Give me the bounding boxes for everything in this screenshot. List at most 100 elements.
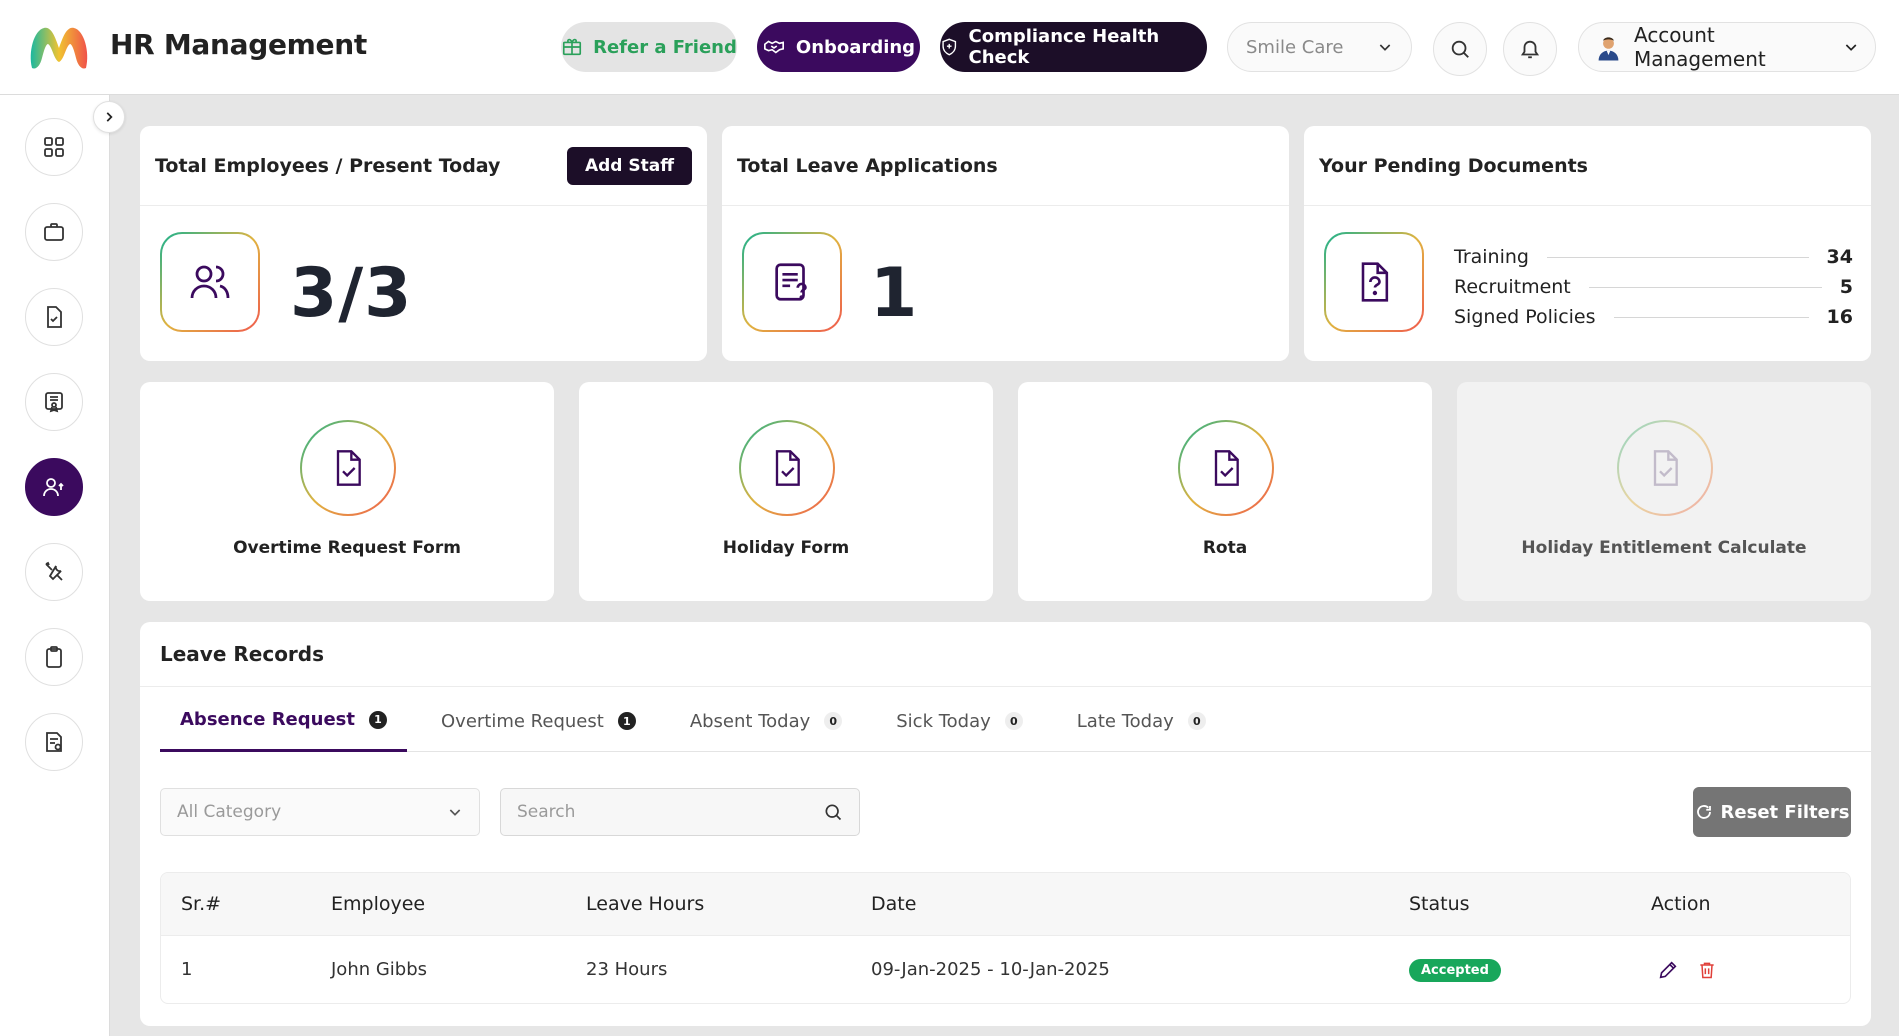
form-card-label: Holiday Form — [722, 538, 850, 558]
document-check-icon — [1653, 450, 1678, 486]
onboarding-button[interactable]: Onboarding — [757, 22, 920, 72]
doc-row-value: 5 — [1839, 276, 1853, 298]
refer-friend-button[interactable]: Refer a Friend — [561, 22, 737, 72]
report-icon — [46, 732, 62, 752]
employees-card: Total Employees / Present Today Add Staf… — [140, 126, 707, 361]
account-menu[interactable]: Account Management — [1578, 22, 1876, 72]
organization-select[interactable]: Smile Care — [1227, 22, 1412, 72]
holiday-entitlement-card[interactable]: Holiday Entitlement Calculate — [1457, 382, 1871, 601]
tab-count-badge: 0 — [824, 712, 843, 730]
reset-filters-button[interactable]: Reset Filters — [1693, 787, 1851, 837]
document-check-icon — [775, 450, 800, 486]
form-icon-circle — [739, 420, 835, 516]
overtime-request-form-card[interactable]: Overtime Request Form — [140, 382, 554, 601]
certificate-icon — [45, 392, 63, 413]
form-card-label: Overtime Request Form — [233, 538, 461, 558]
top-header: HR Management Refer a Friend Onboarding … — [0, 0, 1899, 95]
chevron-down-icon — [449, 809, 461, 816]
cell-actions — [1651, 959, 1850, 981]
organization-select-value: Smile Care — [1246, 36, 1344, 58]
sidebar-item-certificates[interactable] — [25, 373, 83, 431]
column-header-status[interactable]: Status — [1409, 893, 1651, 915]
handshake-icon — [763, 40, 784, 54]
app-title: HR Management — [110, 28, 367, 61]
documents-icon-box — [1324, 232, 1424, 332]
employees-card-title: Total Employees / Present Today — [155, 154, 501, 177]
sidebar-item-clipboard[interactable] — [25, 628, 83, 686]
leave-card-title: Total Leave Applications — [737, 154, 998, 177]
sidebar-item-documents[interactable] — [25, 288, 83, 346]
leave-records-table: Sr.# Employee Leave Hours Date Status Ac… — [160, 872, 1851, 1004]
table-row[interactable]: 1 John Gibbs 23 Hours 09-Jan-2025 - 10-J… — [161, 935, 1850, 1003]
divider — [1546, 256, 1809, 258]
tab-overtime-request[interactable]: Overtime Request 1 — [421, 690, 656, 752]
users-icon — [43, 478, 64, 497]
tab-label: Absent Today — [689, 710, 811, 732]
document-check-icon — [336, 450, 361, 486]
sidebar-item-jobs[interactable] — [25, 203, 83, 261]
column-header-date[interactable]: Date — [871, 893, 1409, 915]
holiday-form-card[interactable]: Holiday Form — [579, 382, 993, 601]
grid-icon — [44, 137, 64, 157]
sidebar-item-reports[interactable] — [25, 713, 83, 771]
search-button[interactable] — [1433, 22, 1487, 76]
tab-label: Absence Request — [180, 709, 355, 730]
search-icon — [1451, 40, 1469, 58]
clipboard-icon — [46, 646, 62, 668]
column-header-employee[interactable]: Employee — [331, 893, 586, 915]
employees-count: 3/3 — [290, 254, 413, 333]
sidebar-item-tools[interactable] — [25, 543, 83, 601]
doc-row-label: Recruitment — [1454, 276, 1571, 298]
form-card-label: Holiday Entitlement Calculate — [1521, 538, 1807, 558]
form-card-label: Rota — [1202, 538, 1248, 558]
refer-friend-label: Refer a Friend — [593, 36, 737, 58]
leave-records-panel: Leave Records Absence Request 1 Overtime… — [140, 622, 1871, 1026]
compliance-health-check-button[interactable]: Compliance Health Check — [940, 22, 1207, 72]
cell-sr: 1 — [181, 959, 193, 980]
document-check-icon — [47, 306, 62, 328]
sidebar-item-staff[interactable] — [25, 458, 83, 516]
form-icon-circle — [1178, 420, 1274, 516]
category-filter-select[interactable]: All Category — [160, 788, 480, 836]
sidebar-item-dashboard[interactable] — [25, 118, 83, 176]
column-header-leave-hours[interactable]: Leave Hours — [586, 893, 871, 915]
doc-row-value: 16 — [1826, 306, 1853, 328]
rota-card[interactable]: Rota — [1018, 382, 1432, 601]
app-logo-icon[interactable] — [28, 22, 90, 72]
column-header-sr[interactable]: Sr.# — [161, 893, 331, 915]
add-staff-button[interactable]: Add Staff — [566, 146, 692, 185]
tab-label: Late Today — [1076, 710, 1174, 732]
divider — [140, 686, 1871, 687]
tab-count-badge: 1 — [617, 712, 636, 730]
chevron-right-icon — [106, 112, 113, 122]
sidebar — [0, 95, 110, 1036]
form-icon-circle — [300, 420, 396, 516]
search-icon — [825, 804, 842, 821]
pending-signed-policies-row[interactable]: Signed Policies 16 — [1454, 306, 1853, 328]
pending-training-row[interactable]: Training 34 — [1454, 246, 1853, 268]
reset-filters-label: Reset Filters — [1720, 801, 1850, 823]
sidebar-toggle-button[interactable] — [93, 101, 125, 133]
trash-icon[interactable] — [1697, 959, 1717, 981]
shield-plus-icon — [942, 38, 957, 56]
leave-records-tabs: Absence Request 1 Overtime Request 1 Abs… — [160, 690, 1871, 752]
pending-recruitment-row[interactable]: Recruitment 5 — [1454, 276, 1853, 298]
leave-icon-box — [742, 232, 842, 332]
document-question-icon — [775, 263, 807, 301]
form-icon-circle — [1617, 420, 1713, 516]
cell-status: Accepted — [1409, 958, 1651, 982]
leave-applications-card: Total Leave Applications 1 — [722, 126, 1289, 361]
doc-row-label: Signed Policies — [1454, 306, 1596, 328]
document-check-icon — [1214, 450, 1239, 486]
tab-absence-request[interactable]: Absence Request 1 — [160, 690, 407, 752]
tab-sick-today[interactable]: Sick Today 0 — [876, 690, 1043, 752]
tab-label: Sick Today — [896, 710, 991, 732]
tab-absent-today[interactable]: Absent Today 0 — [670, 690, 862, 752]
edit-pencil-icon[interactable] — [1657, 959, 1679, 981]
records-search-input[interactable]: Search — [500, 788, 860, 836]
avatar — [1598, 37, 1619, 61]
chevron-down-icon — [1379, 44, 1391, 51]
employees-icon-box — [160, 232, 260, 332]
notifications-button[interactable] — [1503, 22, 1557, 76]
tab-late-today[interactable]: Late Today 0 — [1057, 690, 1226, 752]
